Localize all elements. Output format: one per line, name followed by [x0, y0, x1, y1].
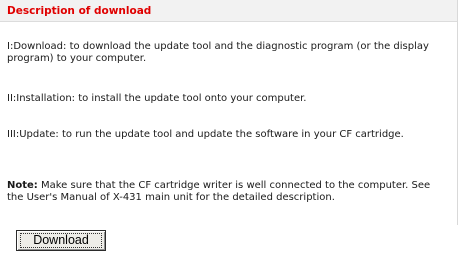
- note-text: Make sure that the CF cartridge writer i…: [7, 180, 431, 203]
- download-description-panel: Description of download I:Download: to d…: [0, 0, 458, 225]
- step-installation-text: II:Installation: to install the update t…: [7, 93, 307, 104]
- panel-title: Description of download: [0, 0, 457, 22]
- download-button[interactable]: Download: [16, 230, 106, 251]
- note-label: Note:: [7, 180, 38, 191]
- note-paragraph: Note: Make sure that the CF cartridge wr…: [7, 180, 447, 204]
- step-download-text: I:Download: to download the update tool …: [7, 41, 429, 64]
- download-button-label: Download: [20, 233, 102, 248]
- step-update-text: III:Update: to run the update tool and u…: [7, 129, 404, 140]
